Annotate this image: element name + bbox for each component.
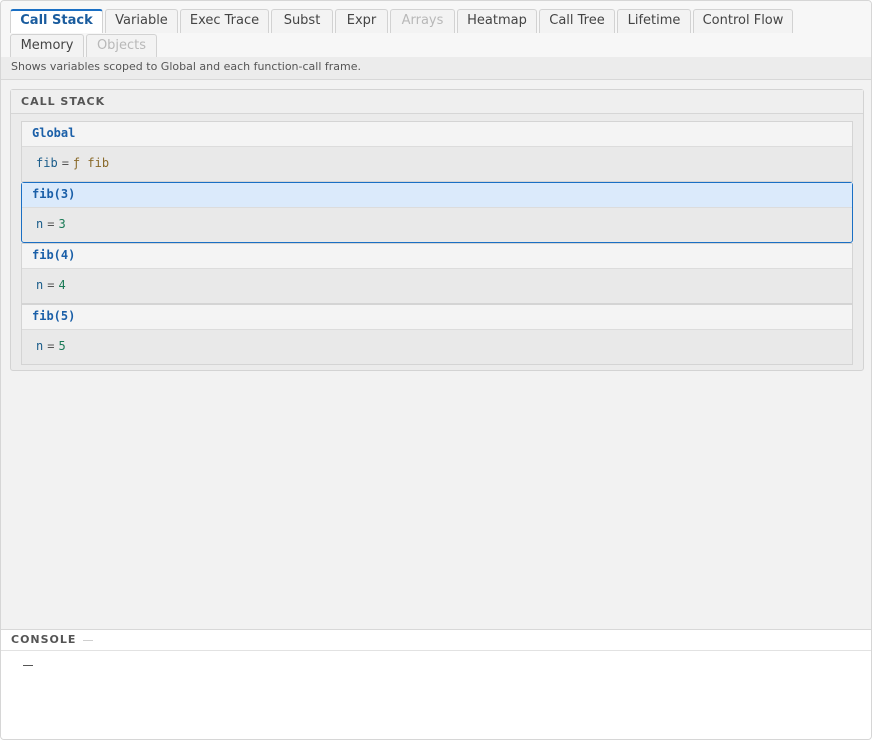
visualizer-window: Call Stack Variable Exec Trace Subst Exp… bbox=[0, 0, 872, 740]
variable-name: fib bbox=[36, 156, 58, 170]
header-divider bbox=[83, 640, 93, 641]
frame-name: Global bbox=[22, 122, 852, 147]
variable-name: n bbox=[36, 339, 44, 353]
variable-name: n bbox=[36, 278, 44, 292]
tab-bar: Call Stack Variable Exec Trace Subst Exp… bbox=[1, 1, 871, 58]
tab-heatmap[interactable]: Heatmap bbox=[457, 9, 537, 33]
tab-objects: Objects bbox=[86, 34, 157, 58]
tab-control-flow[interactable]: Control Flow bbox=[693, 9, 793, 33]
console-title: CONSOLE bbox=[11, 633, 77, 646]
console-panel: CONSOLE bbox=[1, 629, 871, 739]
equals-sign: = bbox=[47, 278, 55, 292]
frame-name: fib(4) bbox=[22, 244, 852, 269]
tab-variable[interactable]: Variable bbox=[105, 9, 178, 33]
stack-frame-global[interactable]: Global fib = ƒ fib bbox=[21, 121, 853, 182]
equals-sign: = bbox=[61, 156, 69, 170]
console-header: CONSOLE bbox=[1, 630, 871, 651]
stack-frame-fib-3[interactable]: fib(3) n = 3 bbox=[21, 182, 853, 243]
number-value: 3 bbox=[58, 217, 66, 231]
frame-variable: n = 4 bbox=[22, 269, 852, 303]
call-stack-panel: CALL STACK Global fib = ƒ fib fib(3) n = 3 f… bbox=[10, 89, 864, 371]
tab-call-stack[interactable]: Call Stack bbox=[10, 9, 103, 33]
frame-variable: fib = ƒ fib bbox=[22, 147, 852, 181]
tab-subst[interactable]: Subst bbox=[271, 9, 333, 33]
tab-description: Shows variables scoped to Global and eac… bbox=[1, 57, 871, 80]
stack-frame-fib-5[interactable]: fib(5) n = 5 bbox=[21, 304, 853, 365]
stack-frame-fib-4[interactable]: fib(4) n = 4 bbox=[21, 243, 853, 304]
variable-name: n bbox=[36, 217, 44, 231]
frame-name: fib(5) bbox=[22, 305, 852, 330]
call-stack-title: CALL STACK bbox=[11, 90, 863, 114]
tab-exec-trace[interactable]: Exec Trace bbox=[180, 9, 269, 33]
number-value: 4 bbox=[58, 278, 66, 292]
function-value: ƒ fib bbox=[72, 156, 110, 170]
frame-variable: n = 5 bbox=[22, 330, 852, 364]
equals-sign: = bbox=[47, 339, 55, 353]
tab-expr[interactable]: Expr bbox=[335, 9, 388, 33]
tab-memory[interactable]: Memory bbox=[10, 34, 84, 58]
console-cursor-icon[interactable] bbox=[23, 665, 33, 666]
equals-sign: = bbox=[47, 217, 55, 231]
tab-call-tree[interactable]: Call Tree bbox=[539, 9, 615, 33]
tab-arrays: Arrays bbox=[390, 9, 455, 33]
frame-variable: n = 3 bbox=[22, 208, 852, 242]
number-value: 5 bbox=[58, 339, 66, 353]
tab-lifetime[interactable]: Lifetime bbox=[617, 9, 691, 33]
frame-name: fib(3) bbox=[22, 183, 852, 208]
